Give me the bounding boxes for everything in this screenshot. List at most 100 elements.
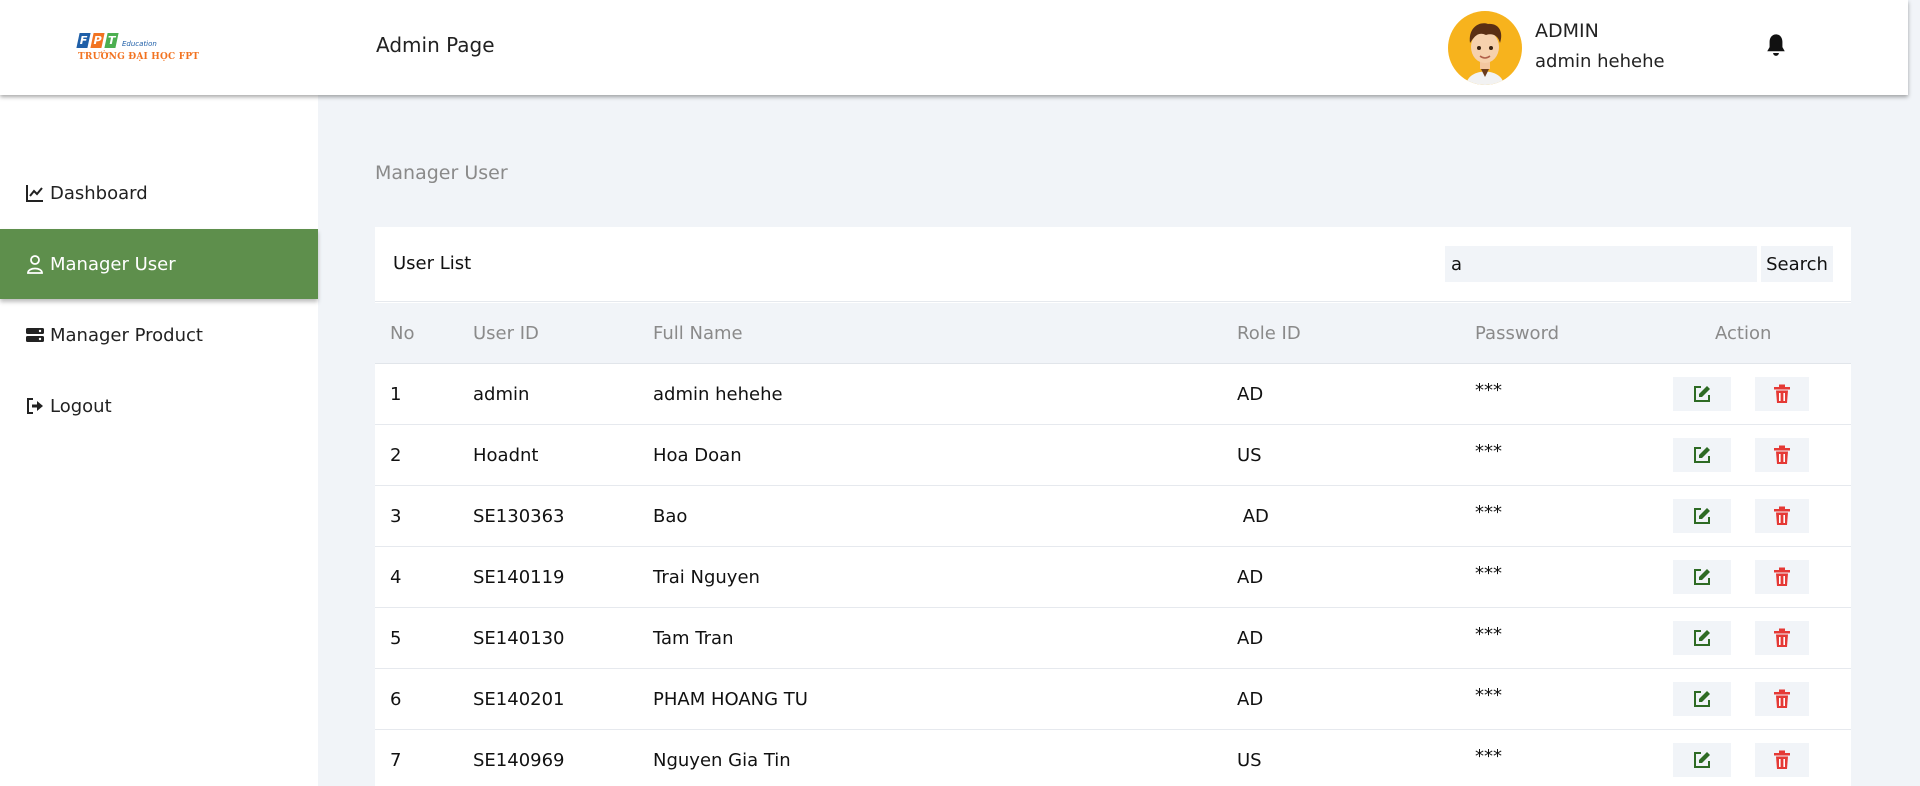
table-row: 3 SE130363 Bao AD ***: [375, 486, 1851, 547]
search-button[interactable]: Search: [1761, 246, 1833, 282]
sidebar-item-label: Dashboard: [50, 182, 148, 204]
edit-button[interactable]: [1673, 560, 1731, 594]
cell-full-name: Nguyen Gia Tin: [653, 750, 791, 771]
delete-button[interactable]: [1755, 377, 1809, 411]
column-header-user-id: User ID: [473, 323, 539, 344]
table-row: 2 Hoadnt Hoa Doan US ***: [375, 425, 1851, 486]
logo-subtitle: Education: [122, 40, 157, 48]
cell-user-id: SE140969: [473, 750, 565, 771]
logo-letter-p: P: [90, 33, 105, 48]
cell-full-name: Trai Nguyen: [653, 567, 760, 588]
delete-button[interactable]: [1755, 560, 1809, 594]
edit-button[interactable]: [1673, 682, 1731, 716]
sidebar-item-manager-product[interactable]: Manager Product: [0, 300, 318, 370]
column-header-password: Password: [1475, 323, 1560, 344]
edit-button[interactable]: [1673, 499, 1731, 533]
table-row: 1 admin admin hehehe AD ***: [375, 364, 1851, 425]
table-row: 4 SE140119 Trai Nguyen AD ***: [375, 547, 1851, 608]
server-icon: [24, 324, 46, 346]
user-icon: [24, 253, 46, 275]
edit-button[interactable]: [1673, 743, 1731, 777]
sidebar-item-label: Manager User: [50, 253, 176, 275]
delete-button[interactable]: [1755, 499, 1809, 533]
table-row: 7 SE140969 Nguyen Gia Tin US ***: [375, 730, 1851, 786]
cell-role-id: US: [1237, 445, 1262, 466]
trash-icon: [1773, 384, 1791, 404]
cell-no: 4: [390, 567, 402, 588]
cell-user-id: SE130363: [473, 506, 565, 527]
trash-icon: [1773, 445, 1791, 465]
cell-full-name: Tam Tran: [653, 628, 734, 649]
edit-icon: [1692, 750, 1712, 770]
cell-role-id: AD: [1237, 506, 1269, 527]
cell-no: 1: [390, 384, 402, 405]
search-input[interactable]: [1445, 246, 1757, 282]
cell-user-id: SE140119: [473, 567, 565, 588]
cell-password: ***: [1475, 380, 1502, 401]
section-title: Manager User: [375, 162, 508, 184]
logo-letter-t: T: [104, 33, 119, 48]
card-title: User List: [393, 253, 472, 274]
page-title: Admin Page: [376, 33, 495, 57]
cell-password: ***: [1475, 746, 1502, 767]
cell-no: 7: [390, 750, 402, 771]
delete-button[interactable]: [1755, 743, 1809, 777]
cell-full-name: Bao: [653, 506, 688, 527]
trash-icon: [1773, 567, 1791, 587]
cell-no: 3: [390, 506, 402, 527]
delete-button[interactable]: [1755, 682, 1809, 716]
trash-icon: [1773, 689, 1791, 709]
cell-role-id: AD: [1237, 628, 1264, 649]
cell-role-id: AD: [1237, 567, 1264, 588]
cell-user-id: admin: [473, 384, 530, 405]
column-header-action: Action: [1715, 323, 1772, 344]
trash-icon: [1773, 750, 1791, 770]
cell-password: ***: [1475, 563, 1502, 584]
cell-user-id: SE140130: [473, 628, 565, 649]
cell-password: ***: [1475, 441, 1502, 462]
sidebar: Dashboard Manager User Manager Product L…: [0, 95, 318, 786]
fpt-logo[interactable]: F P T Education TRƯỜNG ĐẠI HỌC FPT: [76, 30, 200, 70]
table-header: No User ID Full Name Role ID Password Ac…: [375, 303, 1851, 364]
cell-role-id: US: [1237, 750, 1262, 771]
user-name: admin hehehe: [1535, 51, 1665, 72]
edit-icon: [1692, 506, 1712, 526]
sidebar-item-manager-user[interactable]: Manager User: [0, 229, 318, 299]
avatar[interactable]: [1448, 11, 1522, 85]
cell-password: ***: [1475, 624, 1502, 645]
column-header-full-name: Full Name: [653, 323, 743, 344]
cell-no: 2: [390, 445, 402, 466]
edit-button[interactable]: [1673, 438, 1731, 472]
edit-button[interactable]: [1673, 621, 1731, 655]
sidebar-item-label: Logout: [50, 395, 112, 417]
column-header-role-id: Role ID: [1237, 323, 1301, 344]
cell-user-id: Hoadnt: [473, 445, 539, 466]
cell-no: 5: [390, 628, 402, 649]
logo-school-name: TRƯỜNG ĐẠI HỌC FPT: [78, 52, 200, 62]
edit-icon: [1692, 567, 1712, 587]
cell-role-id: AD: [1237, 689, 1264, 710]
trash-icon: [1773, 628, 1791, 648]
cell-password: ***: [1475, 502, 1502, 523]
edit-icon: [1692, 445, 1712, 465]
sidebar-item-logout[interactable]: Logout: [0, 371, 318, 441]
delete-button[interactable]: [1755, 438, 1809, 472]
edit-icon: [1692, 689, 1712, 709]
user-list-card: User List Search No User ID Full Name Ro…: [375, 227, 1851, 786]
line-chart-icon: [24, 182, 46, 204]
table-row: 6 SE140201 PHAM HOANG TU AD ***: [375, 669, 1851, 730]
delete-button[interactable]: [1755, 621, 1809, 655]
cell-role-id: AD: [1237, 384, 1264, 405]
table-row: 5 SE140130 Tam Tran AD ***: [375, 608, 1851, 669]
logo-letter-f: F: [76, 33, 91, 48]
cell-full-name: Hoa Doan: [653, 445, 742, 466]
cell-full-name: PHAM HOANG TU: [653, 689, 808, 710]
bell-icon[interactable]: [1762, 32, 1790, 60]
sidebar-item-label: Manager Product: [50, 324, 203, 346]
edit-button[interactable]: [1673, 377, 1731, 411]
sidebar-item-dashboard[interactable]: Dashboard: [0, 158, 318, 228]
sign-out-icon: [24, 395, 46, 417]
card-header: User List Search: [375, 227, 1851, 302]
cell-full-name: admin hehehe: [653, 384, 783, 405]
cell-no: 6: [390, 689, 402, 710]
